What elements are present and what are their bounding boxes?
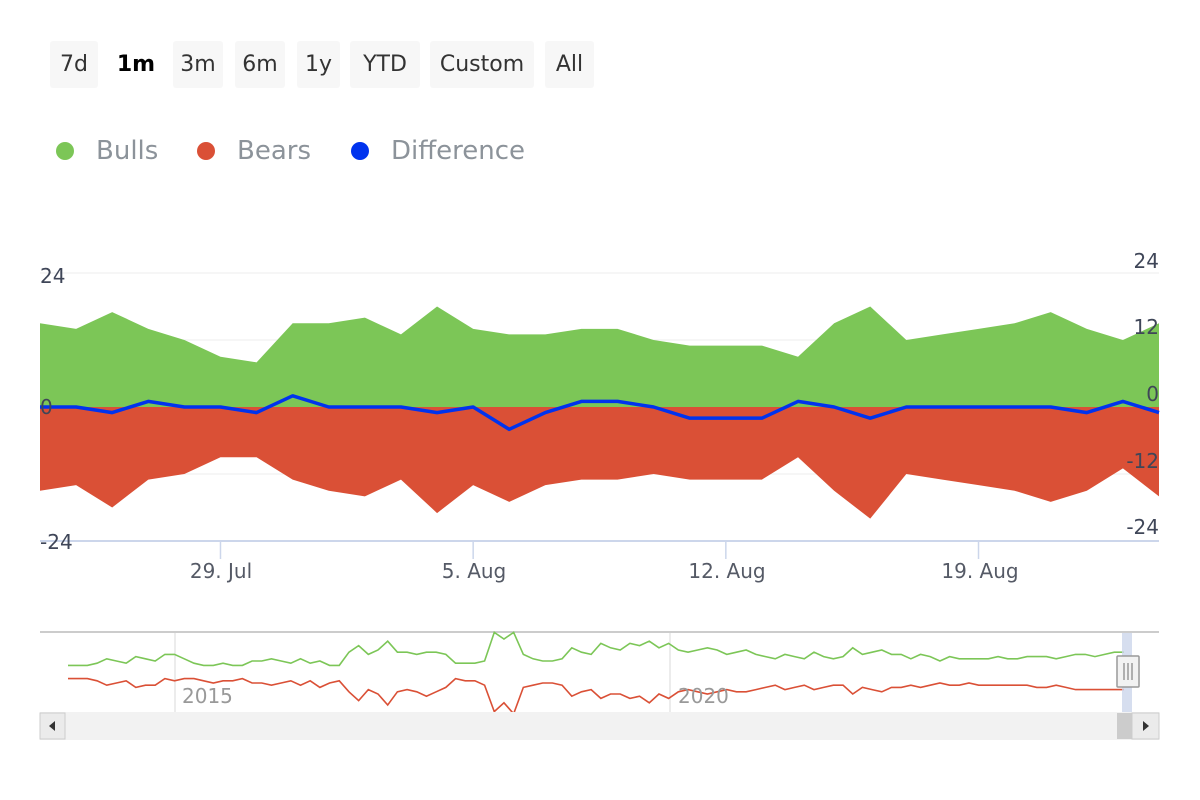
scrollbar-track[interactable] (40, 712, 1159, 740)
navigator[interactable]: 2015 2020 (0, 0, 1200, 800)
navigator-year-label: 2020 (678, 684, 729, 708)
navigator-line-bulls (68, 631, 1124, 667)
navigator-year-label: 2015 (182, 684, 233, 708)
scrollbar-thumb[interactable] (1117, 713, 1132, 739)
navigator-handle[interactable] (1116, 655, 1140, 688)
